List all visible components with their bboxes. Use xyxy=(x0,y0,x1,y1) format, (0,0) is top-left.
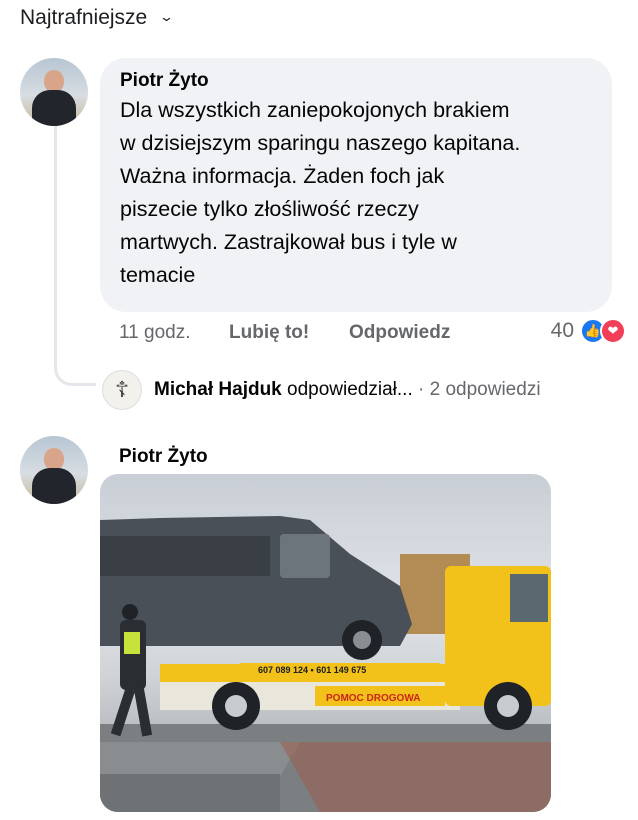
like-button[interactable]: Lubię to! xyxy=(229,322,349,344)
reply-action: odpowiedział... xyxy=(287,379,413,400)
reply-count: 2 odpowiedzi xyxy=(429,379,541,400)
tow-truck-photo: POMOC DROGOWA 607 089 124 • 601 149 675 xyxy=(100,516,551,812)
comment-text: Dla wszystkich zaniepokojonych brakiem w… xyxy=(120,98,521,287)
sort-label: Najtrafniejsze xyxy=(20,6,148,29)
avatar[interactable] xyxy=(20,58,88,126)
love-icon: ❤ xyxy=(600,318,626,344)
tow-sign-text: POMOC DROGOWA xyxy=(326,693,420,704)
comment-bubble: Piotr Żyto Dla wszystkich zaniepokojonyc… xyxy=(100,58,612,312)
separator: · xyxy=(418,379,425,400)
thread-line xyxy=(54,126,57,366)
sort-dropdown[interactable]: Najtrafniejsze ⌄ xyxy=(20,6,175,30)
comment-author[interactable]: Piotr Żyto xyxy=(120,70,592,92)
chevron-down-icon: ⌄ xyxy=(159,9,175,24)
reaction-summary[interactable]: 40 👍 ❤ xyxy=(551,318,626,344)
comment-time[interactable]: 11 godz. xyxy=(119,322,229,344)
reply-button[interactable]: Odpowiedz xyxy=(349,322,450,344)
avatar[interactable] xyxy=(20,436,88,504)
view-replies-link[interactable]: ☦ Michał Hajduk odpowiedział... · 2 odpo… xyxy=(102,370,541,410)
reaction-count: 40 xyxy=(550,319,574,342)
comment-actions: 11 godz. Lubię to! Odpowiedz xyxy=(119,322,450,344)
avatar: ☦ xyxy=(102,370,142,410)
reply-author: Michał Hajduk xyxy=(154,379,282,400)
tow-phone-text: 607 089 124 • 601 149 675 xyxy=(258,665,366,675)
comment-author[interactable]: Piotr Żyto xyxy=(119,446,208,468)
comment-photo[interactable]: POMOC DROGOWA 607 089 124 • 601 149 675 xyxy=(100,474,551,812)
thread-line-curve xyxy=(54,352,96,386)
